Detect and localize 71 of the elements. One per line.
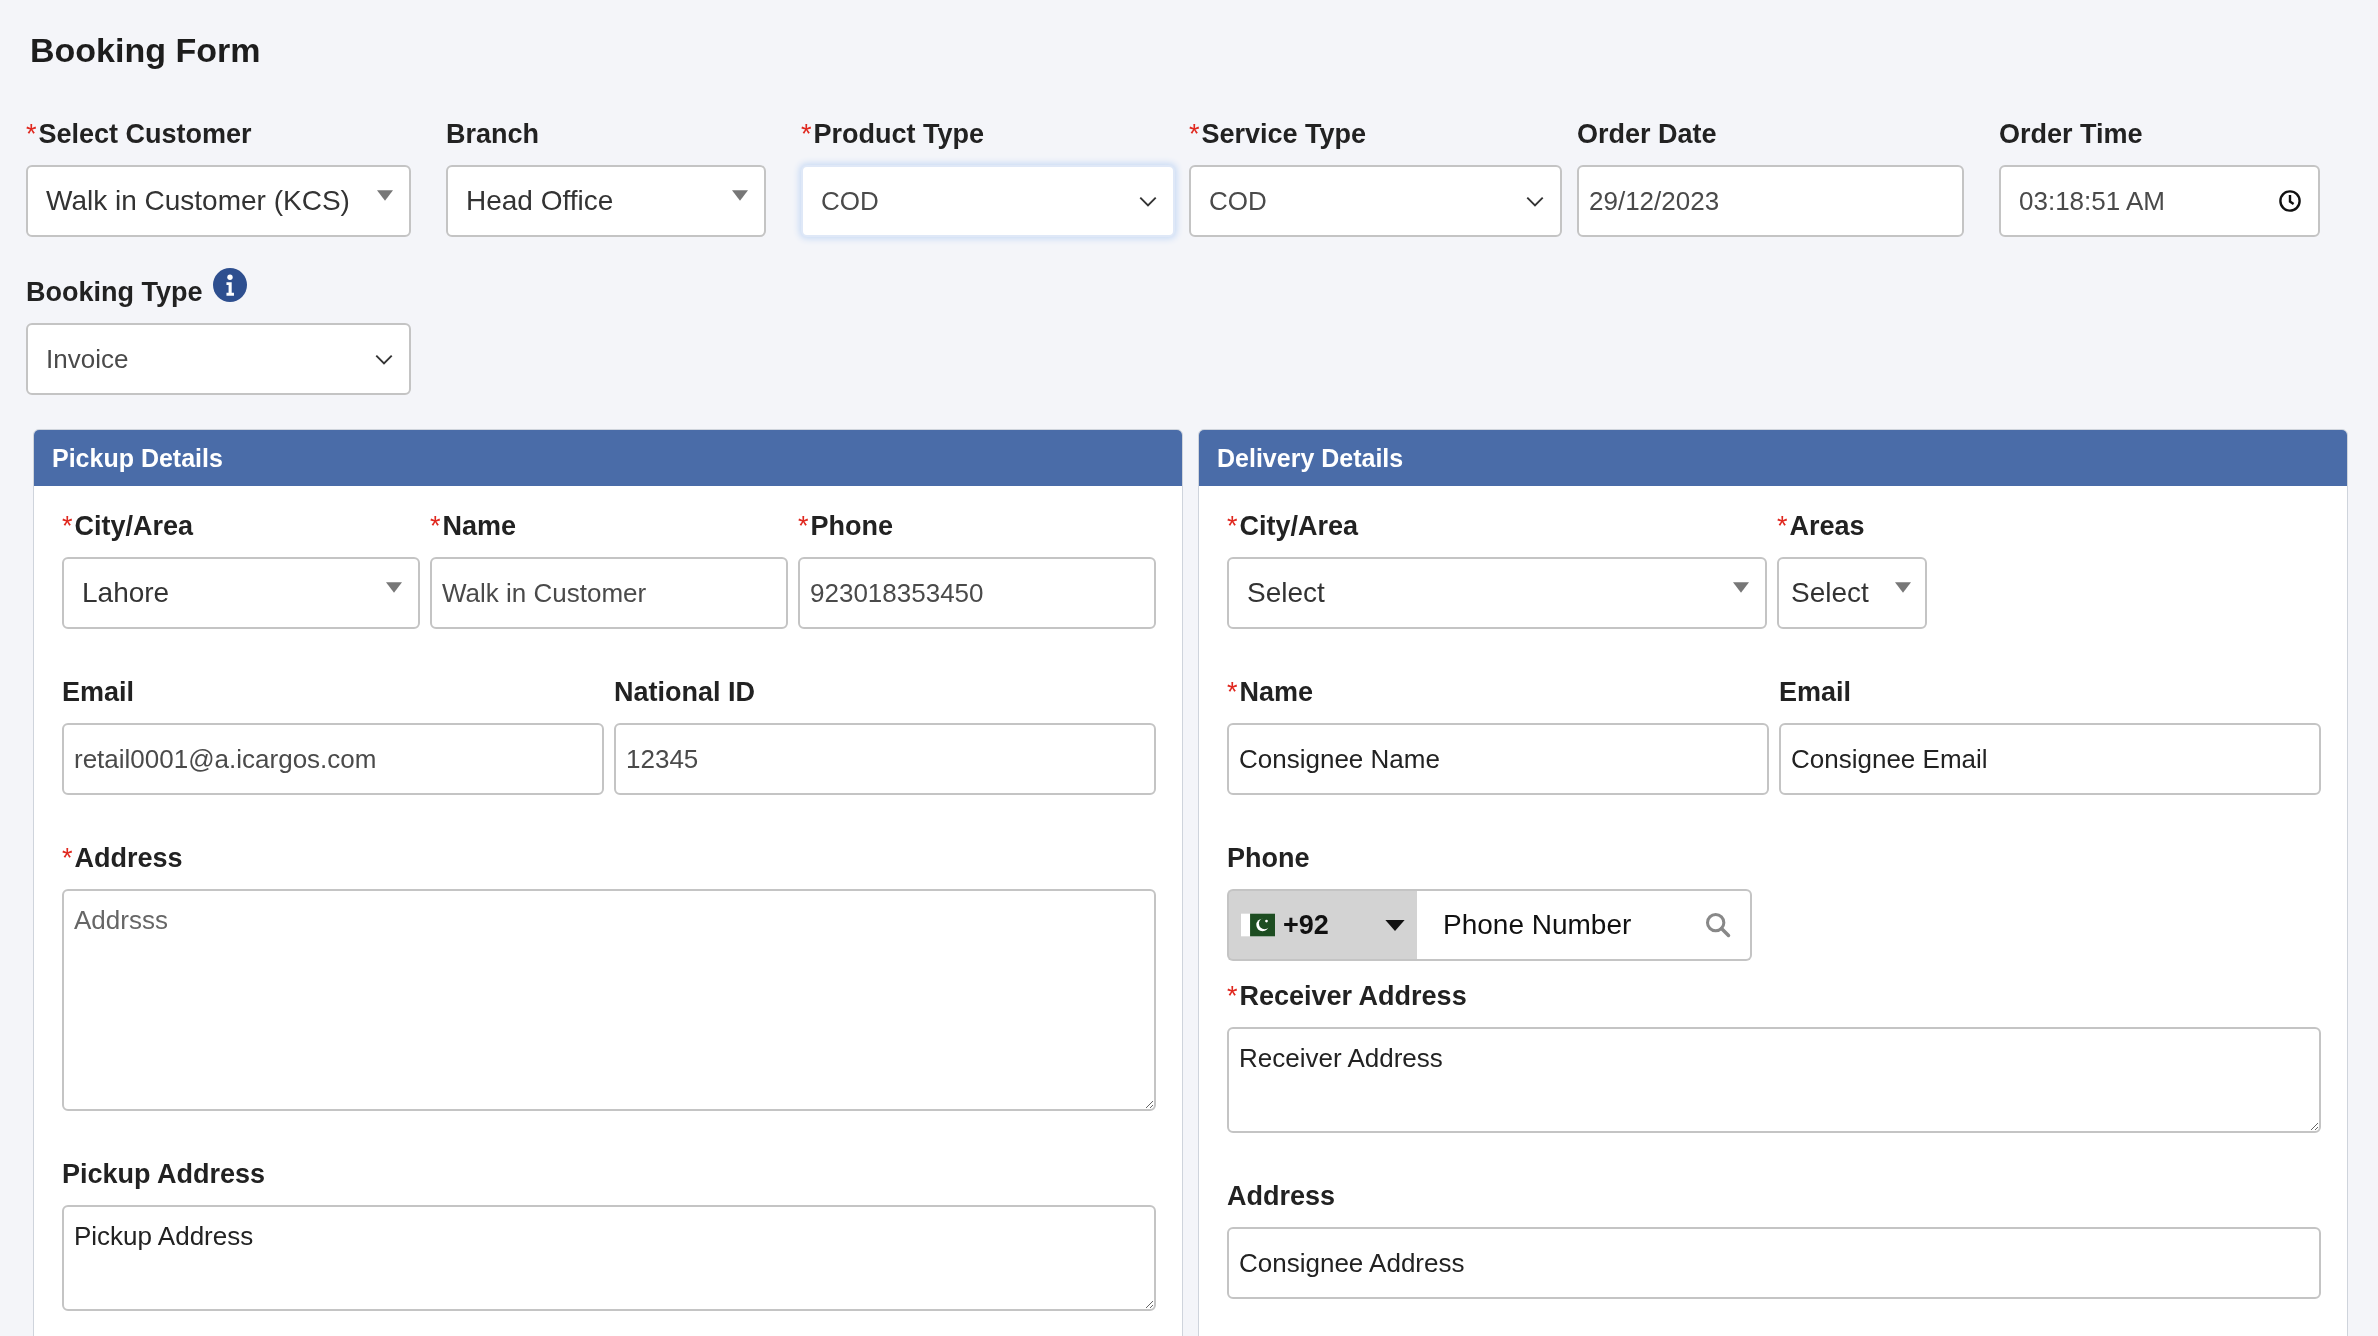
required-mark: * [62, 510, 73, 543]
field-label: City/Area [1239, 510, 1359, 543]
field-label: National ID [614, 676, 755, 709]
text-field[interactable]: retail0001@a.icargos.com [62, 723, 604, 795]
dropdown[interactable]: Select [1227, 557, 1767, 629]
field-label: Order Time [1999, 118, 2143, 151]
panel-header: Pickup Details [34, 430, 1182, 486]
text-area[interactable]: Receiver Address [1227, 1027, 2321, 1133]
required-mark: * [430, 510, 441, 543]
info-icon[interactable] [212, 268, 247, 302]
select-field[interactable]: COD [1189, 165, 1562, 237]
text-field[interactable]: Consignee Email [1779, 723, 2321, 795]
caret-icon [1895, 581, 1911, 593]
dropdown[interactable]: Head Office [446, 165, 766, 237]
text-area[interactable]: Pickup Address [62, 1205, 1156, 1311]
caret-icon [1385, 919, 1405, 931]
required-mark: * [26, 118, 37, 151]
clock-icon[interactable] [2278, 189, 2302, 213]
field-label: Areas [1789, 510, 1865, 543]
page-title: Booking Form [30, 30, 262, 71]
text-field[interactable]: 923018353450 [798, 557, 1156, 629]
select-field[interactable]: Invoice [26, 323, 411, 395]
search-button[interactable] [1696, 889, 1752, 961]
field-label: Order Date [1577, 118, 1717, 151]
field-label: Product Type [813, 118, 985, 151]
field-label: Address [1227, 1180, 1336, 1213]
select-field[interactable]: COD [801, 165, 1175, 237]
required-mark: * [1189, 118, 1200, 151]
field-label: Phone [1227, 842, 1310, 875]
field-label: Address [74, 842, 183, 875]
required-mark: * [798, 510, 809, 543]
flag-icon [1241, 913, 1275, 937]
field-label: Booking Type [26, 276, 203, 309]
required-mark: * [1227, 980, 1238, 1013]
country-code-selector[interactable]: +92 [1227, 889, 1417, 961]
search-icon [1704, 911, 1732, 939]
field-label: Email [1779, 676, 1852, 709]
field-label: Email [62, 676, 135, 709]
text-field[interactable]: Consignee Name [1227, 723, 1769, 795]
dropdown[interactable]: Walk in Customer (KCS) [26, 165, 411, 237]
phone-number-field[interactable]: Phone Number [1417, 889, 1696, 961]
chevron-down-icon [375, 353, 393, 365]
caret-icon [732, 189, 748, 201]
text-field[interactable]: Consignee Address [1227, 1227, 2321, 1299]
caret-icon [377, 189, 393, 201]
required-mark: * [1777, 510, 1788, 543]
text-field[interactable]: Walk in Customer [430, 557, 788, 629]
caret-icon [386, 581, 402, 593]
panel-header: Delivery Details [1199, 430, 2347, 486]
field-label: Name [1239, 676, 1314, 709]
required-mark: * [1227, 510, 1238, 543]
time-field[interactable]: 03:18:51 AM [1999, 165, 2320, 237]
text-field[interactable]: 12345 [614, 723, 1156, 795]
dropdown[interactable]: Select [1777, 557, 1927, 629]
text-area[interactable]: Addrsss [62, 889, 1156, 1111]
field-label: Receiver Address [1239, 980, 1467, 1013]
field-label: Service Type [1201, 118, 1367, 151]
required-mark: * [801, 118, 812, 151]
field-label: Name [442, 510, 517, 543]
field-label: Branch [446, 118, 540, 151]
field-label: City/Area [74, 510, 194, 543]
field-label: Pickup Address [62, 1158, 266, 1191]
required-mark: * [62, 842, 73, 875]
field-label: Phone [810, 510, 894, 543]
dropdown[interactable]: Lahore [62, 557, 420, 629]
chevron-down-icon [1526, 195, 1544, 207]
field-label: Select Customer [38, 118, 252, 151]
caret-icon [1733, 581, 1749, 593]
required-mark: * [1227, 676, 1238, 709]
chevron-down-icon [1139, 195, 1157, 207]
text-field[interactable]: 29/12/2023 [1577, 165, 1964, 237]
